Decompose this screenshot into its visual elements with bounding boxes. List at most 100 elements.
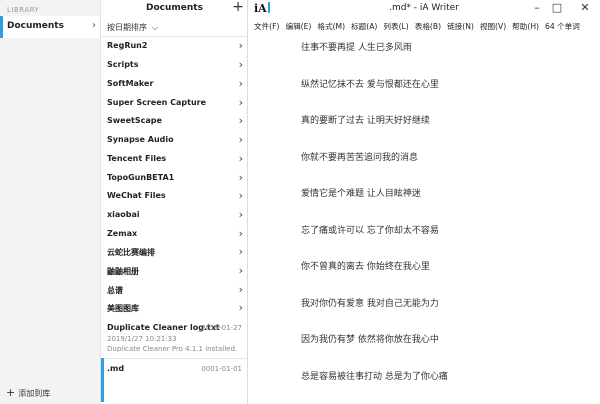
file-list-panel: Documents + 按日期排序 ⌵ RegRun2 › Scripts › Sof…	[101, 0, 248, 404]
menu-list[interactable]: 列表(L)	[383, 21, 408, 32]
library-item-documents[interactable]: Documents ›	[0, 16, 100, 38]
divider	[101, 36, 248, 37]
folder-name: xiaobai	[107, 210, 140, 219]
folder-item[interactable]: SweetScape ›	[101, 113, 248, 131]
menu-view[interactable]: 视图(V)	[480, 21, 506, 32]
document-preview: 2019/1/27 10:21:33	[107, 335, 177, 343]
file-list-header: Documents +	[101, 0, 248, 16]
text-line: 爱情它是个难题 让人目眩神迷	[301, 189, 421, 199]
word-count: 64 个单词	[545, 22, 580, 31]
chevron-right-icon: ›	[238, 39, 243, 52]
text-line: 我对你仍有爱意 我对自己无能为力	[301, 299, 439, 309]
menu-table[interactable]: 表格(B)	[415, 21, 441, 32]
folder-name: SoftMaker	[107, 79, 154, 88]
folder-item[interactable]: WeChat Files ›	[101, 188, 248, 206]
folder-item[interactable]: xiaobai ›	[101, 207, 248, 225]
folder-title: Documents	[146, 3, 203, 13]
folder-item[interactable]: SoftMaker ›	[101, 76, 248, 94]
document-date: 2019-01-27	[201, 324, 242, 332]
close-button[interactable]: ✕	[578, 1, 592, 14]
document-name: .md	[107, 364, 125, 373]
menu-help[interactable]: 帮助(H)	[512, 21, 539, 32]
text-line: 因为我仍有梦 依然将你放在我心中	[301, 335, 439, 345]
chevron-right-icon: ›	[238, 189, 243, 202]
editor-panel: iA .md* - iA Writer – □ ✕ 文件(F) 编辑(E) 格式(M…	[248, 0, 600, 404]
library-heading: LIBRARY	[7, 6, 40, 14]
menu-bar: 文件(F) 编辑(E) 格式(M) 标题(A) 列表(L) 表格(B) 链接(N) 视图(V)…	[254, 21, 600, 35]
text-line: 你不曾真的离去 你始终在我心里	[301, 262, 430, 272]
text-line: 往事不要再提 人生已多风雨	[301, 43, 412, 53]
folder-item[interactable]: 美图图库 ›	[101, 300, 248, 318]
maximize-icon: □	[551, 1, 563, 14]
new-document-button[interactable]: +	[232, 0, 244, 15]
folder-item[interactable]: TopoGunBETA1 ›	[101, 170, 248, 188]
folder-item[interactable]: 鼬鼬相册 ›	[101, 263, 248, 281]
document-item[interactable]: Duplicate Cleaner log.txt 2019-01-27 201…	[101, 323, 248, 357]
chevron-right-icon: ›	[238, 96, 243, 109]
document-date: 0001-01-01	[201, 365, 242, 373]
folder-name: Tencent Files	[107, 154, 167, 163]
chevron-right-icon: ›	[238, 77, 243, 90]
minimize-icon: –	[534, 1, 540, 14]
text-line: 总是容易被往事打动 总是为了你心痛	[301, 372, 448, 382]
folder-name: 美图图库	[107, 304, 139, 313]
chevron-right-icon: ›	[238, 114, 243, 127]
chevron-right-icon: ›	[238, 227, 243, 240]
folder-name: RegRun2	[107, 41, 148, 50]
folder-item[interactable]: Tencent Files ›	[101, 151, 248, 169]
folder-name: SweetScape	[107, 116, 162, 125]
chevron-right-icon: ›	[238, 301, 243, 314]
folder-item[interactable]: 总谱 ›	[101, 282, 248, 300]
folder-name: Zemax	[107, 229, 138, 238]
menu-heading[interactable]: 标题(A)	[351, 21, 377, 32]
menu-link[interactable]: 链接(N)	[447, 21, 474, 32]
add-to-library-button[interactable]: + 添加到库	[6, 386, 50, 399]
document-preview: Duplicate Cleaner Pro 4.1.1 installed.	[107, 345, 238, 353]
menu-edit[interactable]: 编辑(E)	[285, 21, 311, 32]
folder-name: 云蛇比赛编排	[107, 248, 155, 257]
minimize-button[interactable]: –	[530, 1, 544, 14]
window-title: .md* - iA Writer	[389, 3, 459, 13]
folder-item[interactable]: 云蛇比赛编排 ›	[101, 244, 248, 262]
chevron-right-icon: ›	[238, 152, 243, 165]
library-item-label: Documents	[7, 21, 64, 31]
sort-dropdown[interactable]: 按日期排序 ⌵	[107, 22, 158, 33]
selection-indicator	[0, 16, 3, 38]
add-to-library-label: 添加到库	[18, 389, 51, 398]
folder-item[interactable]: Super Screen Capture ›	[101, 95, 248, 113]
text-line: 真的要断了过去 让明天好好继续	[301, 116, 430, 126]
chevron-right-icon: ›	[238, 245, 243, 258]
folder-item[interactable]: Synapse Audio ›	[101, 132, 248, 150]
chevron-right-icon: ›	[238, 208, 243, 221]
menu-file[interactable]: 文件(F)	[254, 21, 279, 32]
chevron-right-icon: ›	[238, 264, 243, 277]
text-line: 纵然记忆抹不去 爱与恨都还在心里	[301, 80, 439, 90]
folder-name: Super Screen Capture	[107, 98, 207, 107]
close-icon: ✕	[580, 1, 590, 14]
maximize-button[interactable]: □	[550, 1, 564, 14]
text-line: 你就不要再苦苦追问我的消息	[301, 153, 419, 163]
menu-format[interactable]: 格式(M)	[317, 21, 345, 32]
folder-item[interactable]: RegRun2 ›	[101, 38, 248, 56]
folder-item[interactable]: Zemax ›	[101, 226, 248, 244]
chevron-right-icon: ›	[238, 133, 243, 146]
divider	[101, 358, 248, 359]
plus-icon: +	[232, 0, 244, 15]
folder-name: 总谱	[107, 286, 123, 295]
chevron-right-icon: ›	[238, 283, 243, 296]
chevron-right-icon: ›	[92, 20, 96, 31]
chevron-down-icon: ⌵	[152, 23, 159, 32]
sort-label: 按日期排序	[107, 23, 147, 32]
folder-name: Scripts	[107, 60, 139, 69]
folder-name: Synapse Audio	[107, 135, 174, 144]
chevron-right-icon: ›	[238, 58, 243, 71]
title-bar: iA .md* - iA Writer – □ ✕	[248, 0, 600, 18]
folder-item[interactable]: Scripts ›	[101, 57, 248, 75]
text-line: 忘了痛或许可以 忘了你却太不容易	[301, 226, 439, 236]
plus-icon: +	[6, 386, 16, 399]
chevron-right-icon: ›	[238, 171, 243, 184]
folder-name: TopoGunBETA1	[107, 173, 175, 182]
document-item-active[interactable]: .md 0001-01-01	[101, 364, 248, 394]
folder-name: 鼬鼬相册	[107, 267, 139, 276]
library-sidebar: LIBRARY Documents › + 添加到库	[0, 0, 101, 404]
